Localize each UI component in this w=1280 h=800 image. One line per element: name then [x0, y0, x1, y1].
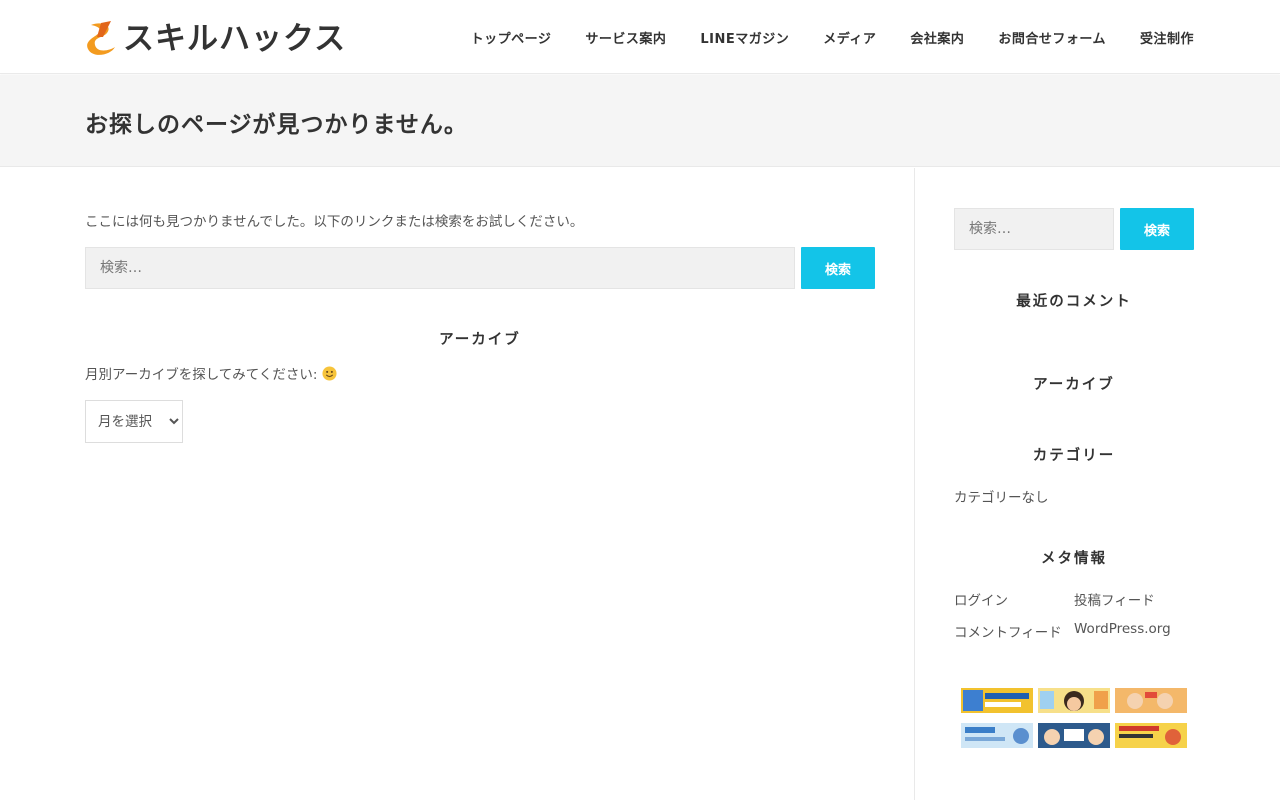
nav-item-media[interactable]: メディア: [823, 28, 876, 47]
main-search-input[interactable]: [85, 247, 795, 289]
meta-link-comments-feed[interactable]: コメントフィード: [954, 621, 1062, 641]
sidebar-search-input[interactable]: [954, 208, 1114, 250]
recent-comments-heading: 最近のコメント: [1016, 294, 1132, 310]
sidebar-archive-heading: アーカイブ: [1033, 377, 1115, 393]
site-header: スキルハックス トップページ サービス案内 LINEマガジン メディア 会社案内…: [0, 0, 1280, 74]
banner-image[interactable]: [1038, 723, 1110, 748]
not-found-message: ここには何も見つかりませんでした。以下のリンクまたは検索をお試しください。: [85, 214, 584, 230]
page-title: お探しのページが見つかりません。: [85, 112, 468, 138]
archive-heading: アーカイブ: [439, 332, 521, 348]
meta-link-login[interactable]: ログイン: [954, 589, 1008, 609]
banner-grid: [961, 688, 1189, 750]
nav-item-contact[interactable]: お問合せフォーム: [998, 28, 1106, 47]
meta-link-wordpress-org[interactable]: WordPress.org: [1074, 621, 1171, 637]
sidebar-search-button[interactable]: 検索: [1120, 208, 1194, 250]
banner-image[interactable]: [1115, 723, 1187, 748]
page-title-band: お探しのページが見つかりません。: [0, 75, 1280, 167]
nav-item-commission[interactable]: 受注制作: [1140, 28, 1194, 47]
main-search-form: 検索: [85, 247, 875, 289]
categories-empty-text: カテゴリーなし: [954, 490, 1049, 506]
archive-description-text: 月別アーカイブを探してみてください:: [85, 367, 318, 383]
nav-item-line-magazine[interactable]: LINEマガジン: [700, 28, 789, 47]
site-logo[interactable]: スキルハックス: [85, 20, 346, 58]
banner-image[interactable]: [961, 723, 1033, 748]
banner-image[interactable]: [961, 688, 1033, 713]
nav-item-services[interactable]: サービス案内: [585, 28, 666, 47]
meta-heading: メタ情報: [1041, 551, 1107, 567]
smiley-icon: [322, 365, 337, 381]
nav-item-top[interactable]: トップページ: [471, 28, 552, 47]
meta-link-entries-feed[interactable]: 投稿フィード: [1074, 589, 1155, 609]
logo-text: スキルハックス: [123, 21, 347, 57]
main-search-button[interactable]: 検索: [801, 247, 875, 289]
logo-mark-icon: [87, 21, 115, 55]
categories-heading: カテゴリー: [1032, 448, 1116, 464]
nav-item-company[interactable]: 会社案内: [910, 28, 964, 47]
main-nav: トップページ サービス案内 LINEマガジン メディア 会社案内 お問合せフォー…: [471, 0, 1194, 74]
column-divider: [914, 168, 915, 800]
banner-image[interactable]: [1038, 688, 1110, 713]
banner-image[interactable]: [1115, 688, 1187, 713]
archive-description: 月別アーカイブを探してみてください:: [85, 363, 337, 383]
archive-month-select[interactable]: 月を選択: [85, 400, 183, 443]
